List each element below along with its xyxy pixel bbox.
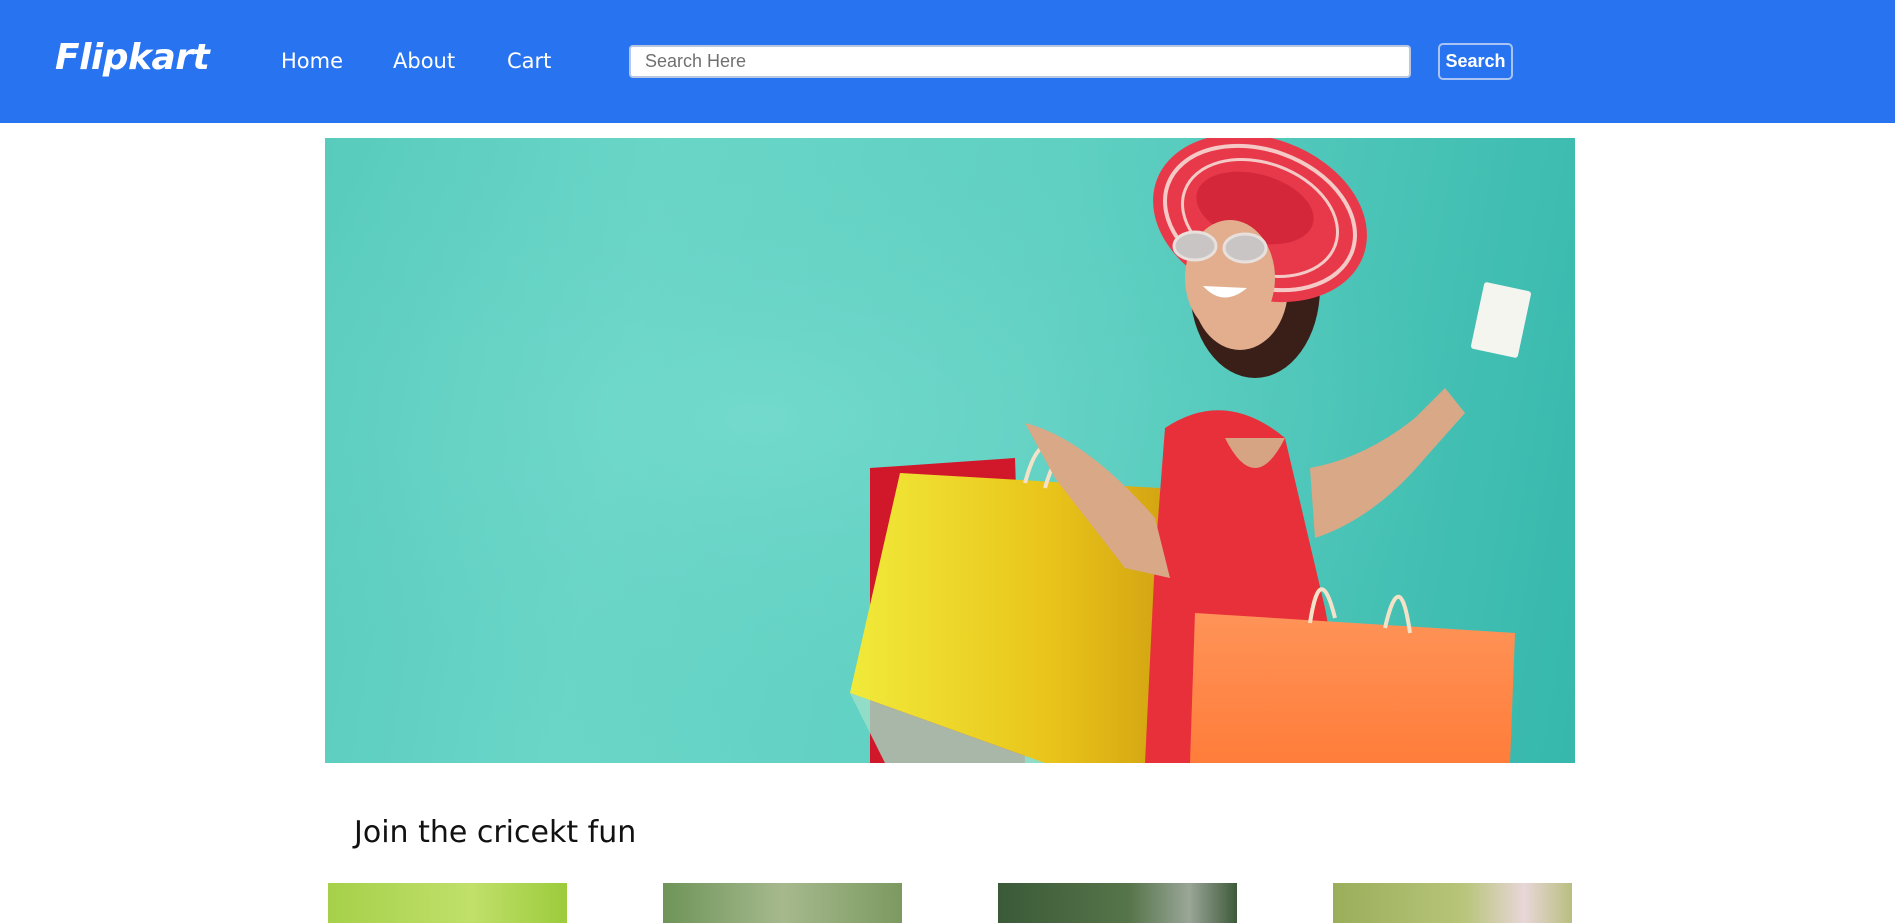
navbar: Flipkart Home About Cart Search [0,0,1895,123]
product-thumbnail[interactable] [1333,883,1572,923]
hero-image [325,138,1575,763]
product-thumbnail[interactable] [328,883,567,923]
nav-link-about[interactable]: About [393,48,455,74]
section-title: Join the cricekt fun [354,815,637,850]
nav-link-home[interactable]: Home [281,48,343,74]
product-thumbnail[interactable] [998,883,1237,923]
product-thumbnail[interactable] [663,883,902,923]
search-input[interactable] [629,45,1411,78]
search-button[interactable]: Search [1438,43,1513,80]
nav-link-cart[interactable]: Cart [507,48,551,74]
hero-banner [325,138,1575,763]
brand-logo[interactable]: Flipkart [55,34,210,82]
